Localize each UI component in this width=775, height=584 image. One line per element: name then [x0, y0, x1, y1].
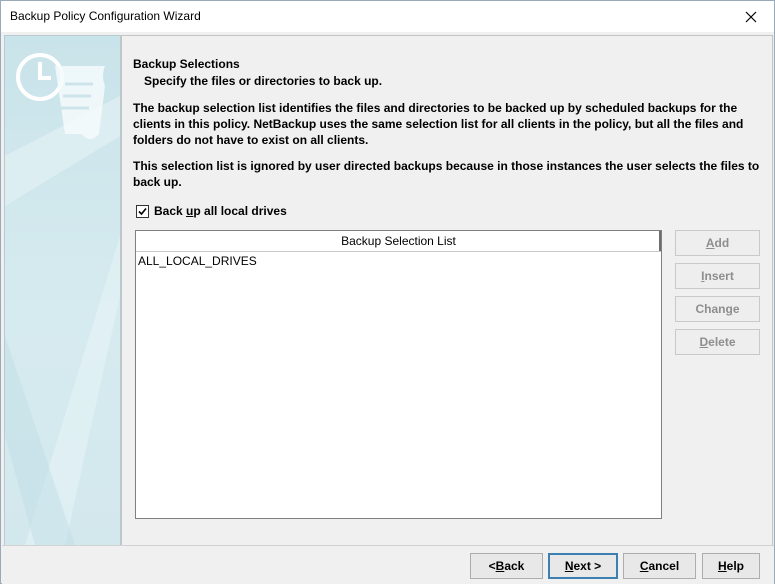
page-subtitle: Specify the files or directories to back…: [144, 74, 383, 88]
list-column-header[interactable]: Backup Selection List: [136, 231, 661, 252]
check-icon: [138, 207, 147, 215]
back-button[interactable]: < Back: [470, 553, 543, 579]
change-button[interactable]: Chan g e: [675, 296, 760, 322]
list-item[interactable]: ALL_LOCAL_DRIVES: [138, 254, 257, 268]
clock-scroll-icon: [5, 53, 120, 545]
page-title: Backup Selections: [133, 57, 240, 71]
main-panel: Backup Selections Specify the files or d…: [121, 35, 773, 546]
wizard-content: Backup Selections Specify the files or d…: [2, 32, 774, 546]
help-button[interactable]: Help: [702, 553, 760, 579]
backup-all-local-drives-label[interactable]: Back up all local drives: [154, 204, 287, 218]
close-button[interactable]: [728, 1, 774, 32]
window-title: Backup Policy Configuration Wizard: [10, 9, 201, 23]
list-header-divider: [659, 231, 661, 251]
description-paragraph-2: This selection list is ignored by user d…: [133, 159, 760, 189]
description-paragraph-1: The backup selection list identifies the…: [133, 101, 744, 147]
wizard-side-banner: [4, 35, 121, 546]
cancel-button[interactable]: Cancel: [623, 553, 696, 579]
add-button[interactable]: Add: [675, 230, 760, 256]
delete-button[interactable]: Delete: [675, 329, 760, 355]
wizard-window: Backup Policy Configuration Wizard Backu…: [0, 0, 775, 584]
backup-selection-list[interactable]: Backup Selection List ALL_LOCAL_DRIVES: [135, 230, 662, 519]
insert-button[interactable]: Insert: [675, 263, 760, 289]
title-bar: Backup Policy Configuration Wizard: [1, 1, 774, 32]
next-button[interactable]: Next >: [548, 553, 618, 579]
wizard-footer: < Back Next > Cancel Help: [2, 545, 774, 584]
backup-all-local-drives-checkbox-row[interactable]: Back up all local drives: [136, 204, 287, 218]
backup-all-local-drives-checkbox[interactable]: [136, 204, 149, 218]
close-icon: [745, 11, 757, 22]
